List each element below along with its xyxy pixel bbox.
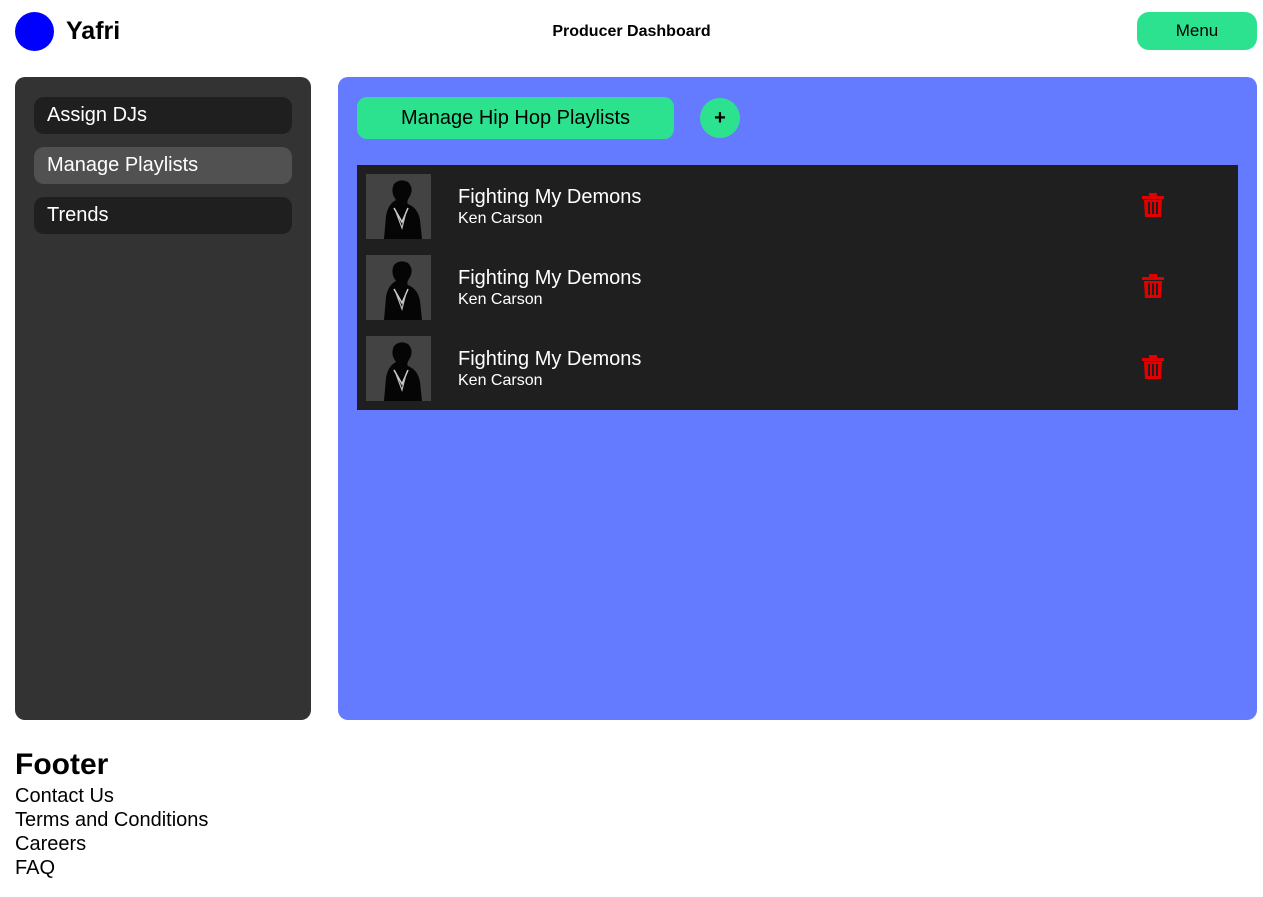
header: Yafri Producer Dashboard Menu [0,0,1263,64]
track-row[interactable]: Fighting My Demons Ken Carson [357,327,1238,408]
sidebar: Assign DJs Manage Playlists Trends [15,77,311,720]
footer-link-careers[interactable]: Careers [15,832,208,856]
track-title: Fighting My Demons [458,348,642,370]
trash-icon[interactable] [1140,354,1166,380]
menu-button[interactable]: Menu [1137,12,1257,50]
track-artist: Ken Carson [458,291,543,308]
track-artist: Ken Carson [458,372,543,389]
album-cover-image [366,174,431,239]
album-cover-image [366,255,431,320]
track-title: Fighting My Demons [458,267,642,289]
track-row[interactable]: Fighting My Demons Ken Carson [357,165,1238,246]
main-panel: Manage Hip Hop Playlists + Fighting My D… [338,77,1257,720]
sidebar-item-trends[interactable]: Trends [34,197,292,234]
track-list: Fighting My Demons Ken Carson Fighting M… [357,165,1238,410]
footer-link-terms[interactable]: Terms and Conditions [15,808,208,832]
footer-link-contact-us[interactable]: Contact Us [15,784,208,808]
manage-playlist-button[interactable]: Manage Hip Hop Playlists [357,97,674,139]
footer-title: Footer [15,748,109,781]
footer: Footer Contact Us Terms and Conditions C… [15,748,208,880]
page-title: Producer Dashboard [552,23,711,40]
add-track-button[interactable]: + [700,98,740,138]
track-row[interactable]: Fighting My Demons Ken Carson [357,246,1238,327]
track-title: Fighting My Demons [458,186,642,208]
track-artist: Ken Carson [458,210,543,227]
sidebar-item-manage-playlists[interactable]: Manage Playlists [34,147,292,184]
album-cover-image [366,336,431,401]
sidebar-item-assign-djs[interactable]: Assign DJs [34,97,292,134]
footer-link-faq[interactable]: FAQ [15,856,208,880]
trash-icon[interactable] [1140,192,1166,218]
trash-icon[interactable] [1140,273,1166,299]
